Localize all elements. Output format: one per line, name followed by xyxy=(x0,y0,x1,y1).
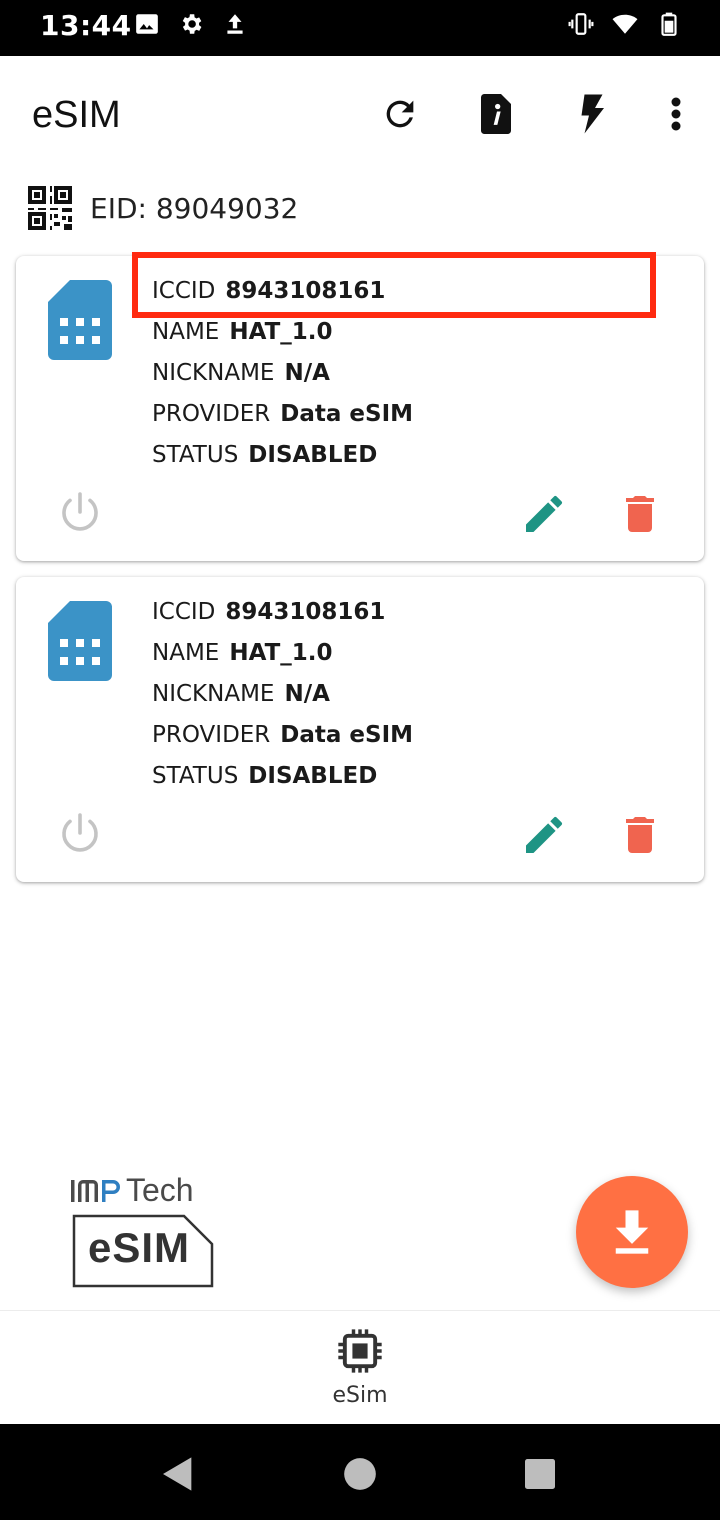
delete-button[interactable] xyxy=(616,811,664,859)
info-file-icon xyxy=(481,94,511,134)
power-button[interactable] xyxy=(56,811,104,859)
gear-icon xyxy=(182,14,202,34)
nickname-label: NICKNAME xyxy=(152,359,275,386)
power-button[interactable] xyxy=(56,490,104,538)
delete-button[interactable] xyxy=(616,490,664,538)
qr-code-icon xyxy=(28,186,72,230)
provider-value: Data eSIM xyxy=(280,721,414,748)
refresh-button[interactable] xyxy=(374,88,426,140)
recents-icon[interactable] xyxy=(520,1454,560,1494)
provider-row: PROVIDER Data eSIM xyxy=(152,714,413,755)
bottom-navigation: eSim xyxy=(0,1310,720,1424)
nickname-value: N/A xyxy=(284,359,330,386)
status-time: 13:44 xyxy=(40,9,132,42)
home-icon[interactable] xyxy=(340,1454,380,1494)
nav-item-esim[interactable]: eSim xyxy=(310,1325,410,1415)
more-options-button[interactable] xyxy=(650,88,702,140)
logo-badge-text: eSIM xyxy=(88,1224,191,1271)
status-value: DISABLED xyxy=(248,441,378,468)
name-label: NAME xyxy=(152,318,220,345)
vibrate-icon xyxy=(568,13,594,35)
back-icon[interactable] xyxy=(158,1454,198,1494)
provider-label: PROVIDER xyxy=(152,721,271,748)
chip-icon xyxy=(338,1329,382,1373)
iccid-value: 8943108161 xyxy=(225,598,386,625)
nav-item-label: eSim xyxy=(332,1383,388,1408)
logo-brand-text: Tech xyxy=(126,1172,194,1208)
name-value: HAT_1.0 xyxy=(229,639,333,666)
refresh-icon xyxy=(386,100,414,128)
iccid-label: ICCID xyxy=(152,598,216,625)
status-label: STATUS xyxy=(152,441,239,468)
esim-profile-card[interactable]: ICCID 8943108161 NAME HAT_1.0 NICKNAME N/A … xyxy=(16,577,704,882)
itp-tech-esim-logo: Tech eSIM xyxy=(70,1172,220,1292)
edit-button[interactable] xyxy=(520,490,568,538)
name-value: HAT_1.0 xyxy=(229,318,333,345)
nickname-label: NICKNAME xyxy=(152,680,275,707)
image-icon xyxy=(136,14,158,34)
nickname-row: NICKNAME N/A xyxy=(152,352,413,393)
system-navigation-bar xyxy=(0,1424,720,1520)
provider-row: PROVIDER Data eSIM xyxy=(152,393,413,434)
edit-button[interactable] xyxy=(520,811,568,859)
name-label: NAME xyxy=(152,639,220,666)
sim-card-icon xyxy=(48,280,112,360)
eid-label: EID: 89049032 xyxy=(90,191,299,225)
status-value: DISABLED xyxy=(248,762,378,789)
nickname-row: NICKNAME N/A xyxy=(152,673,413,714)
status-row: STATUS DISABLED xyxy=(152,434,413,475)
status-row: STATUS DISABLED xyxy=(152,755,413,796)
provider-value: Data eSIM xyxy=(280,400,414,427)
download-profile-fab[interactable] xyxy=(576,1176,688,1288)
nickname-value: N/A xyxy=(284,680,330,707)
app-bar: eSIM xyxy=(0,56,720,172)
iccid-row: ICCID 8943108161 xyxy=(152,591,413,632)
flash-icon xyxy=(581,94,604,134)
itp-logo-mark xyxy=(71,1180,120,1202)
name-row: NAME HAT_1.0 xyxy=(152,632,413,673)
more-vert-icon xyxy=(671,97,681,131)
info-button[interactable] xyxy=(470,88,522,140)
download-icon xyxy=(615,1210,649,1254)
app-title: eSIM xyxy=(32,94,121,136)
flash-button[interactable] xyxy=(566,88,618,140)
eid-row[interactable]: EID: 89049032 xyxy=(26,182,298,234)
status-bar: 13:44 xyxy=(0,0,720,56)
iccid-highlight-box xyxy=(132,252,656,318)
upload-icon xyxy=(227,14,243,34)
provider-label: PROVIDER xyxy=(152,400,271,427)
sim-card-icon xyxy=(48,601,112,681)
wifi-icon xyxy=(612,14,638,34)
status-label: STATUS xyxy=(152,762,239,789)
battery-icon xyxy=(661,12,677,36)
